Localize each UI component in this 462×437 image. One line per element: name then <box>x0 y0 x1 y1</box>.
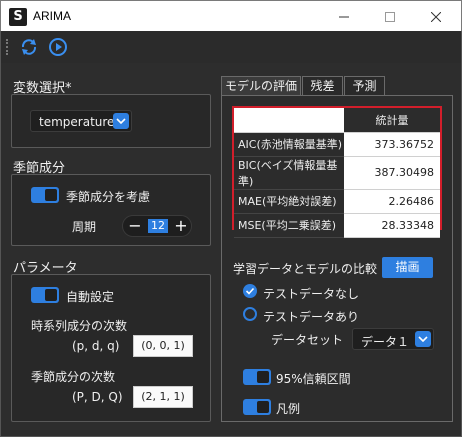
decrement-button[interactable]: − <box>126 217 144 235</box>
seasonal-toggle[interactable] <box>31 187 59 203</box>
toggle-knob <box>45 189 57 201</box>
app-icon: S <box>9 8 27 26</box>
tab-residual[interactable]: 残差 <box>302 76 343 96</box>
tab-forecast[interactable]: 予測 <box>344 76 385 96</box>
row-value: 2.26486 <box>344 189 440 214</box>
maximize-icon <box>385 11 395 22</box>
auto-label: 自動設定 <box>66 290 115 304</box>
increment-button[interactable]: + <box>172 217 190 235</box>
seasonal-order-label: 季節成分の次数 <box>31 370 116 384</box>
auto-toggle[interactable] <box>31 287 59 303</box>
seasonal-order-vars: (P, D, Q) <box>72 390 123 404</box>
table-header-row: 統計量 <box>234 108 440 133</box>
play-icon <box>49 38 67 56</box>
chevron-down-icon <box>113 113 129 129</box>
seasonal-order-input[interactable]: (2, 1, 1) <box>133 386 193 408</box>
close-icon <box>431 11 441 22</box>
ts-order-vars: (p, d, q) <box>72 339 120 353</box>
dataset-select-value: データ１ <box>361 335 410 349</box>
refresh-button[interactable] <box>18 36 40 58</box>
maximize-button[interactable] <box>367 1 413 32</box>
compare-title: 学習データとモデルの比較 <box>233 262 378 276</box>
table-corner <box>234 108 344 133</box>
dataset-select[interactable]: データ１ <box>352 328 434 350</box>
row-name: AIC(赤池情報量基準) <box>234 132 344 157</box>
eval-table: 統計量 AIC(赤池情報量基準) 373.36752 BIC(ベイズ情報量基準)… <box>232 106 442 238</box>
chevron-down-icon <box>415 331 431 347</box>
minimize-button[interactable] <box>321 1 367 32</box>
row-name: MSE(平均二乗誤差) <box>234 213 344 238</box>
table-header-stat: 統計量 <box>344 108 440 133</box>
refresh-icon <box>21 39 37 55</box>
toggle-knob <box>257 401 269 413</box>
radio-no-test-label: テストデータなし <box>263 287 360 301</box>
table-row[interactable]: AIC(赤池情報量基準) 373.36752 <box>234 132 440 157</box>
table-row[interactable]: MSE(平均二乗誤差) 28.33348 <box>234 213 440 238</box>
radio-no-test[interactable] <box>243 284 257 298</box>
toggle-knob <box>257 371 269 383</box>
row-value: 373.36752 <box>344 132 440 157</box>
period-spinbox[interactable]: − 12 + <box>122 215 192 237</box>
toggle-knob <box>45 289 57 301</box>
period-value[interactable]: 12 <box>148 219 168 233</box>
window-title: ARIMA <box>33 9 72 23</box>
ts-order-label: 時系列成分の次数 <box>31 319 128 333</box>
radio-with-test[interactable] <box>243 307 257 321</box>
ts-order-input[interactable]: (0, 0, 1) <box>133 335 193 357</box>
minimize-icon <box>339 16 349 17</box>
table-row[interactable]: MAE(平均絶対誤差) 2.26486 <box>234 189 440 214</box>
row-value: 387.30498 <box>344 156 440 190</box>
toolbar <box>0 31 462 63</box>
row-value: 28.33348 <box>344 213 440 238</box>
close-button[interactable] <box>413 1 459 32</box>
variable-select[interactable]: temperature <box>30 110 132 132</box>
toolbar-grip[interactable] <box>6 39 9 55</box>
ci-label: 95%信頼区間 <box>276 372 351 386</box>
ci-toggle[interactable] <box>243 369 271 385</box>
variable-select-value: temperature <box>39 115 115 129</box>
seasonal-toggle-label: 季節成分を考慮 <box>66 190 151 204</box>
dataset-label: データセット <box>271 333 344 347</box>
period-label: 周期 <box>72 220 97 234</box>
legend-label: 凡例 <box>276 402 301 416</box>
radio-with-test-label: テストデータあり <box>263 310 360 324</box>
title-bar: S ARIMA <box>0 0 462 31</box>
run-button[interactable] <box>47 36 69 58</box>
draw-button[interactable]: 描画 <box>382 257 433 278</box>
row-name: MAE(平均絶対誤差) <box>234 189 344 214</box>
table-row[interactable]: BIC(ベイズ情報量基準) 387.30498 <box>234 156 440 190</box>
check-icon <box>245 287 255 295</box>
legend-toggle[interactable] <box>243 399 271 415</box>
row-name: BIC(ベイズ情報量基準) <box>234 156 344 190</box>
tab-model-eval[interactable]: モデルの評価 <box>221 76 301 96</box>
